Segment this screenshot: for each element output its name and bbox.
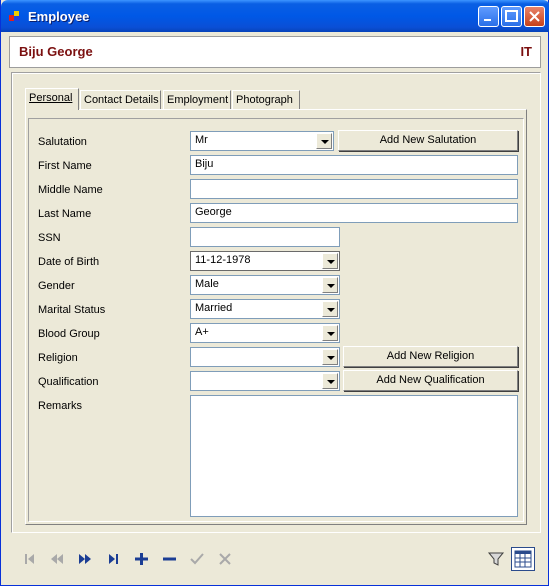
tab-personal[interactable]: Personal: [25, 88, 79, 110]
employee-department: IT: [520, 44, 532, 59]
next-page-icon: [79, 554, 91, 564]
dropdown-arrow-icon[interactable]: [322, 301, 338, 317]
checkmark-icon: [190, 553, 204, 565]
dob-picker[interactable]: 11-12-1978: [190, 251, 340, 271]
add-record-button[interactable]: [130, 548, 152, 570]
blood-group-select[interactable]: A+: [190, 323, 340, 343]
grid-view-button[interactable]: [511, 547, 535, 571]
ssn-input[interactable]: [190, 227, 340, 247]
remarks-label: Remarks: [38, 400, 83, 412]
tab-employment[interactable]: Employment: [163, 90, 231, 110]
dob-value: 11-12-1978: [195, 254, 251, 266]
first-record-button[interactable]: [19, 548, 41, 570]
tab-label: Contact Details: [84, 94, 159, 106]
plus-icon: [135, 553, 148, 565]
previous-page-icon: [51, 554, 63, 564]
first-name-input[interactable]: Biju: [190, 155, 518, 175]
employee-app-icon: [9, 11, 20, 21]
middle-name-input[interactable]: [190, 179, 518, 199]
dropdown-arrow-icon[interactable]: [322, 373, 338, 389]
delete-record-button[interactable]: [158, 548, 180, 570]
dropdown-arrow-icon[interactable]: [322, 349, 338, 365]
next-page-button[interactable]: [74, 548, 96, 570]
dropdown-arrow-icon[interactable]: [322, 253, 338, 269]
blood-group-value: A+: [195, 326, 209, 338]
tab-photograph[interactable]: Photograph: [232, 90, 300, 110]
last-name-label: Last Name: [38, 208, 92, 220]
last-record-icon: [109, 554, 118, 564]
last-name-input[interactable]: George: [190, 203, 518, 223]
gender-select[interactable]: Male: [190, 275, 340, 295]
religion-label: Religion: [38, 352, 78, 364]
add-salutation-button[interactable]: Add New Salutation: [338, 130, 518, 151]
save-record-button[interactable]: [186, 548, 208, 570]
marital-status-label: Marital Status: [38, 304, 106, 316]
gender-label: Gender: [38, 280, 75, 292]
marital-status-value: Married: [195, 302, 233, 314]
minus-icon: [163, 557, 176, 561]
window-title: Employee: [28, 9, 90, 24]
grid-view-icon: [514, 550, 532, 568]
close-button[interactable]: [524, 6, 545, 27]
employee-header: Biju George IT: [9, 36, 541, 68]
tab-contact-details[interactable]: Contact Details: [80, 90, 161, 110]
salutation-label: Salutation: [38, 136, 87, 148]
filter-icon[interactable]: [487, 550, 505, 568]
dropdown-arrow-icon[interactable]: [316, 133, 332, 149]
previous-page-button[interactable]: [46, 548, 68, 570]
first-name-label: First Name: [38, 160, 92, 172]
gender-value: Male: [195, 278, 219, 290]
dropdown-arrow-icon[interactable]: [322, 277, 338, 293]
qualification-select[interactable]: [190, 371, 340, 391]
last-record-button[interactable]: [102, 548, 124, 570]
dropdown-arrow-icon[interactable]: [322, 325, 338, 341]
religion-select[interactable]: [190, 347, 340, 367]
blood-group-label: Blood Group: [38, 328, 100, 340]
tab-label: Employment: [167, 94, 229, 106]
add-religion-button[interactable]: Add New Religion: [343, 346, 518, 367]
salutation-select[interactable]: Mr: [190, 131, 334, 151]
first-record-icon: [25, 554, 34, 564]
dob-label: Date of Birth: [38, 256, 100, 268]
employee-name: Biju George: [19, 44, 93, 59]
middle-name-label: Middle Name: [38, 184, 103, 196]
tab-label: Personal: [29, 92, 73, 104]
cancel-x-icon: [219, 553, 231, 565]
maximize-icon: [505, 10, 518, 22]
ssn-label: SSN: [38, 232, 61, 244]
maximize-button[interactable]: [501, 6, 522, 27]
cancel-edit-button[interactable]: [214, 548, 236, 570]
marital-status-select[interactable]: Married: [190, 299, 340, 319]
minimize-icon: [484, 19, 491, 21]
qualification-label: Qualification: [38, 376, 99, 388]
salutation-value: Mr: [195, 134, 208, 146]
minimize-button[interactable]: [478, 6, 499, 27]
remarks-textarea[interactable]: [190, 395, 518, 517]
add-qualification-button[interactable]: Add New Qualification: [343, 370, 518, 391]
close-icon: [529, 11, 540, 22]
tab-label: Photograph: [236, 94, 293, 106]
employee-window: Employee Biju George IT Personal Contact…: [0, 0, 549, 586]
title-bar[interactable]: Employee: [1, 0, 549, 32]
